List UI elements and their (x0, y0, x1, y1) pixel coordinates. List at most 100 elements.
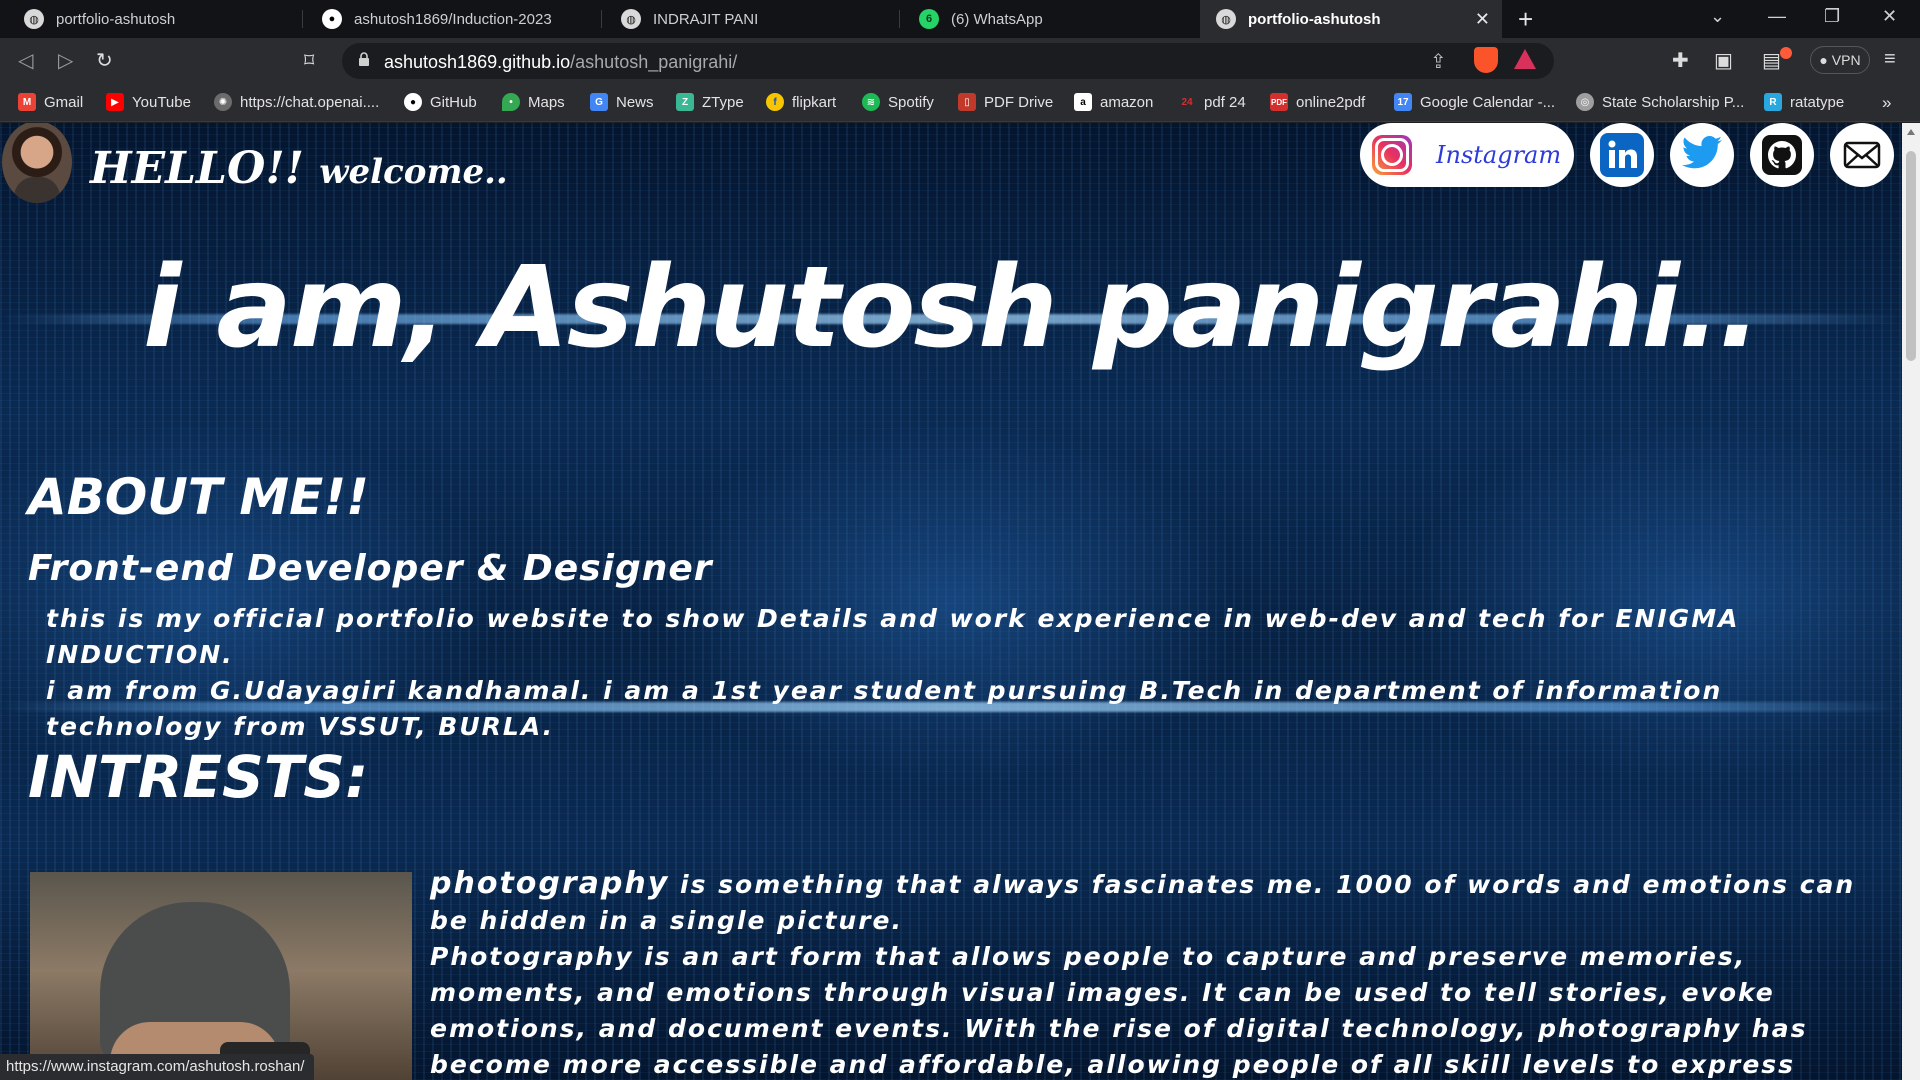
vpn-dot-icon: ● (1819, 52, 1828, 68)
link-status-bubble: https://www.instagram.com/ashutosh.rosha… (0, 1054, 315, 1080)
role-title: Front-end Developer & Designer (28, 548, 713, 589)
bookmark-maps[interactable]: • Maps (502, 93, 565, 111)
linkedin-button[interactable] (1590, 123, 1654, 187)
tab-portfolio-active[interactable]: ◍ portfolio-ashutosh ✕ (1200, 0, 1502, 38)
address-bar[interactable]: ashutosh1869.github.io/ashutosh_panigrah… (342, 43, 1554, 79)
about-line: this is my official portfolio website to… (46, 604, 1740, 669)
tab-search-chevron-icon[interactable]: ⌄ (1710, 6, 1725, 27)
ztype-icon: Z (676, 93, 694, 111)
brave-rewards-icon[interactable] (1514, 49, 1536, 69)
openai-icon: ✺ (214, 93, 232, 111)
instagram-button[interactable]: Instagram (1360, 123, 1574, 187)
close-window-icon[interactable]: ✕ (1882, 6, 1897, 27)
globe-icon: ◍ (621, 9, 641, 29)
tab-indrajit[interactable]: ◍ INDRAJIT PANI (605, 0, 895, 38)
restore-icon[interactable]: ❐ (1824, 6, 1840, 27)
globe-icon: ◍ (1216, 9, 1236, 29)
page-scrollbar[interactable] (1902, 123, 1920, 1080)
wallet-icon[interactable]: ▤ (1762, 48, 1781, 73)
photography-image (30, 872, 412, 1080)
browser-toolbar: ◁ ▷ ↻ ⌑ ashutosh1869.github.io/ashutosh_… (0, 38, 1920, 84)
about-line: i am from G.Udayagiri kandhamal. i am a … (46, 676, 1723, 741)
instagram-icon (1372, 135, 1412, 175)
hello-greeting: HELLO!! welcome.. (90, 143, 508, 194)
bookmark-pdf24[interactable]: 24 pdf 24 (1178, 93, 1245, 111)
vpn-button[interactable]: ● VPN (1810, 46, 1870, 74)
extensions-icon[interactable]: ✚ (1672, 48, 1689, 73)
bookmark-ztype[interactable]: Z ZType (676, 93, 744, 111)
tab-portfolio-1[interactable]: ◍ portfolio-ashutosh (8, 0, 298, 38)
sidebar-icon[interactable]: ▣ (1714, 48, 1733, 73)
tab-github-induction[interactable]: ● ashutosh1869/Induction-2023 (306, 0, 596, 38)
tab-label: portfolio-ashutosh (1248, 10, 1381, 28)
bookmark-state-scholarship[interactable]: ◎ State Scholarship P... (1576, 93, 1744, 111)
about-heading: ABOUT ME!! (28, 468, 369, 526)
gmail-icon: M (18, 93, 36, 111)
more-bookmarks-icon[interactable]: » (1882, 93, 1891, 113)
twitter-icon (1681, 136, 1722, 169)
brave-shields-icon[interactable] (1474, 47, 1498, 73)
online2pdf-icon: PDF (1270, 93, 1288, 111)
bookmark-chatgpt[interactable]: ✺ https://chat.openai.... (214, 93, 379, 111)
bookmark-spotify[interactable]: ≋ Spotify (862, 93, 934, 111)
bookmark-online2pdf[interactable]: PDF online2pdf (1270, 93, 1365, 111)
github-icon: ● (322, 9, 342, 29)
hero-name: i am, Ashutosh panigrahi.. (143, 243, 1761, 373)
mail-icon (1843, 141, 1881, 169)
interests-heading: INTRESTS: (28, 743, 369, 811)
bookmark-github[interactable]: ● GitHub (404, 93, 477, 111)
bookmark-gmail[interactable]: M Gmail (18, 93, 83, 111)
notification-dot (1780, 47, 1792, 59)
youtube-icon: ▶ (106, 93, 124, 111)
email-button[interactable] (1830, 123, 1894, 187)
maps-icon: • (502, 93, 520, 111)
share-icon[interactable]: ⇪ (1430, 49, 1447, 74)
whatsapp-icon: 6 (919, 9, 939, 29)
photography-lead: photography (430, 866, 670, 901)
linkedin-icon (1600, 133, 1644, 177)
tab-whatsapp[interactable]: 6 (6) WhatsApp (903, 0, 1193, 38)
bookmark-youtube[interactable]: ▶ YouTube (106, 93, 191, 111)
bookmark-icon[interactable]: ⌑ (304, 48, 314, 73)
amazon-icon: a (1074, 93, 1092, 111)
reload-icon[interactable]: ↻ (96, 48, 113, 73)
forward-icon[interactable]: ▷ (58, 48, 73, 73)
flipkart-icon: f (766, 93, 784, 111)
scrollbar-thumb[interactable] (1906, 151, 1916, 361)
bookmark-flipkart[interactable]: f flipkart (766, 93, 836, 111)
tab-label: ashutosh1869/Induction-2023 (354, 10, 552, 28)
portfolio-page: HELLO!! welcome.. Instagram i am, Ashuto… (0, 123, 1902, 1080)
news-icon: G (590, 93, 608, 111)
github-icon (1762, 135, 1802, 175)
tab-strip: ◍ portfolio-ashutosh ● ashutosh1869/Indu… (0, 0, 1920, 38)
pdfdrive-icon: ▯ (958, 93, 976, 111)
back-icon[interactable]: ◁ (18, 48, 33, 73)
new-tab-icon[interactable]: + (1518, 4, 1533, 35)
bookmark-ratatype[interactable]: Rratatype (1764, 93, 1844, 111)
ratatype-icon: R (1764, 93, 1782, 111)
close-tab-icon[interactable]: ✕ (1475, 9, 1490, 30)
github-button[interactable] (1750, 123, 1814, 187)
spotify-icon: ≋ (862, 93, 880, 111)
menu-icon[interactable]: ≡ (1884, 48, 1896, 71)
bookmark-google-calendar[interactable]: 17 Google Calendar -... (1394, 93, 1555, 111)
minimize-icon[interactable]: — (1768, 6, 1786, 27)
url-text: ashutosh1869.github.io/ashutosh_panigrah… (384, 52, 738, 72)
bookmark-pdfdrive[interactable]: ▯ PDF Drive (958, 93, 1053, 111)
tab-label: INDRAJIT PANI (653, 10, 759, 28)
calendar-icon: 17 (1394, 93, 1412, 111)
scroll-up-arrow-icon[interactable] (1907, 129, 1915, 135)
twitter-button[interactable] (1670, 123, 1734, 187)
avatar (2, 123, 72, 203)
bookmark-amazon[interactable]: a amazon (1074, 93, 1153, 111)
globe-icon: ◍ (24, 9, 44, 29)
photography-description: Photography is an art form that allows p… (430, 942, 1808, 1079)
bookmark-news[interactable]: G News (590, 93, 654, 111)
tab-label: portfolio-ashutosh (56, 10, 176, 28)
bookmarks-bar: M Gmail ▶ YouTube ✺ https://chat.openai....… (0, 84, 1920, 122)
photography-paragraph: photography is something that always fas… (430, 866, 1870, 1080)
tab-label: (6) WhatsApp (951, 10, 1043, 28)
pdf24-icon: 24 (1181, 96, 1193, 108)
github-icon: ● (404, 93, 422, 111)
about-paragraph: this is my official portfolio website to… (46, 601, 1886, 745)
